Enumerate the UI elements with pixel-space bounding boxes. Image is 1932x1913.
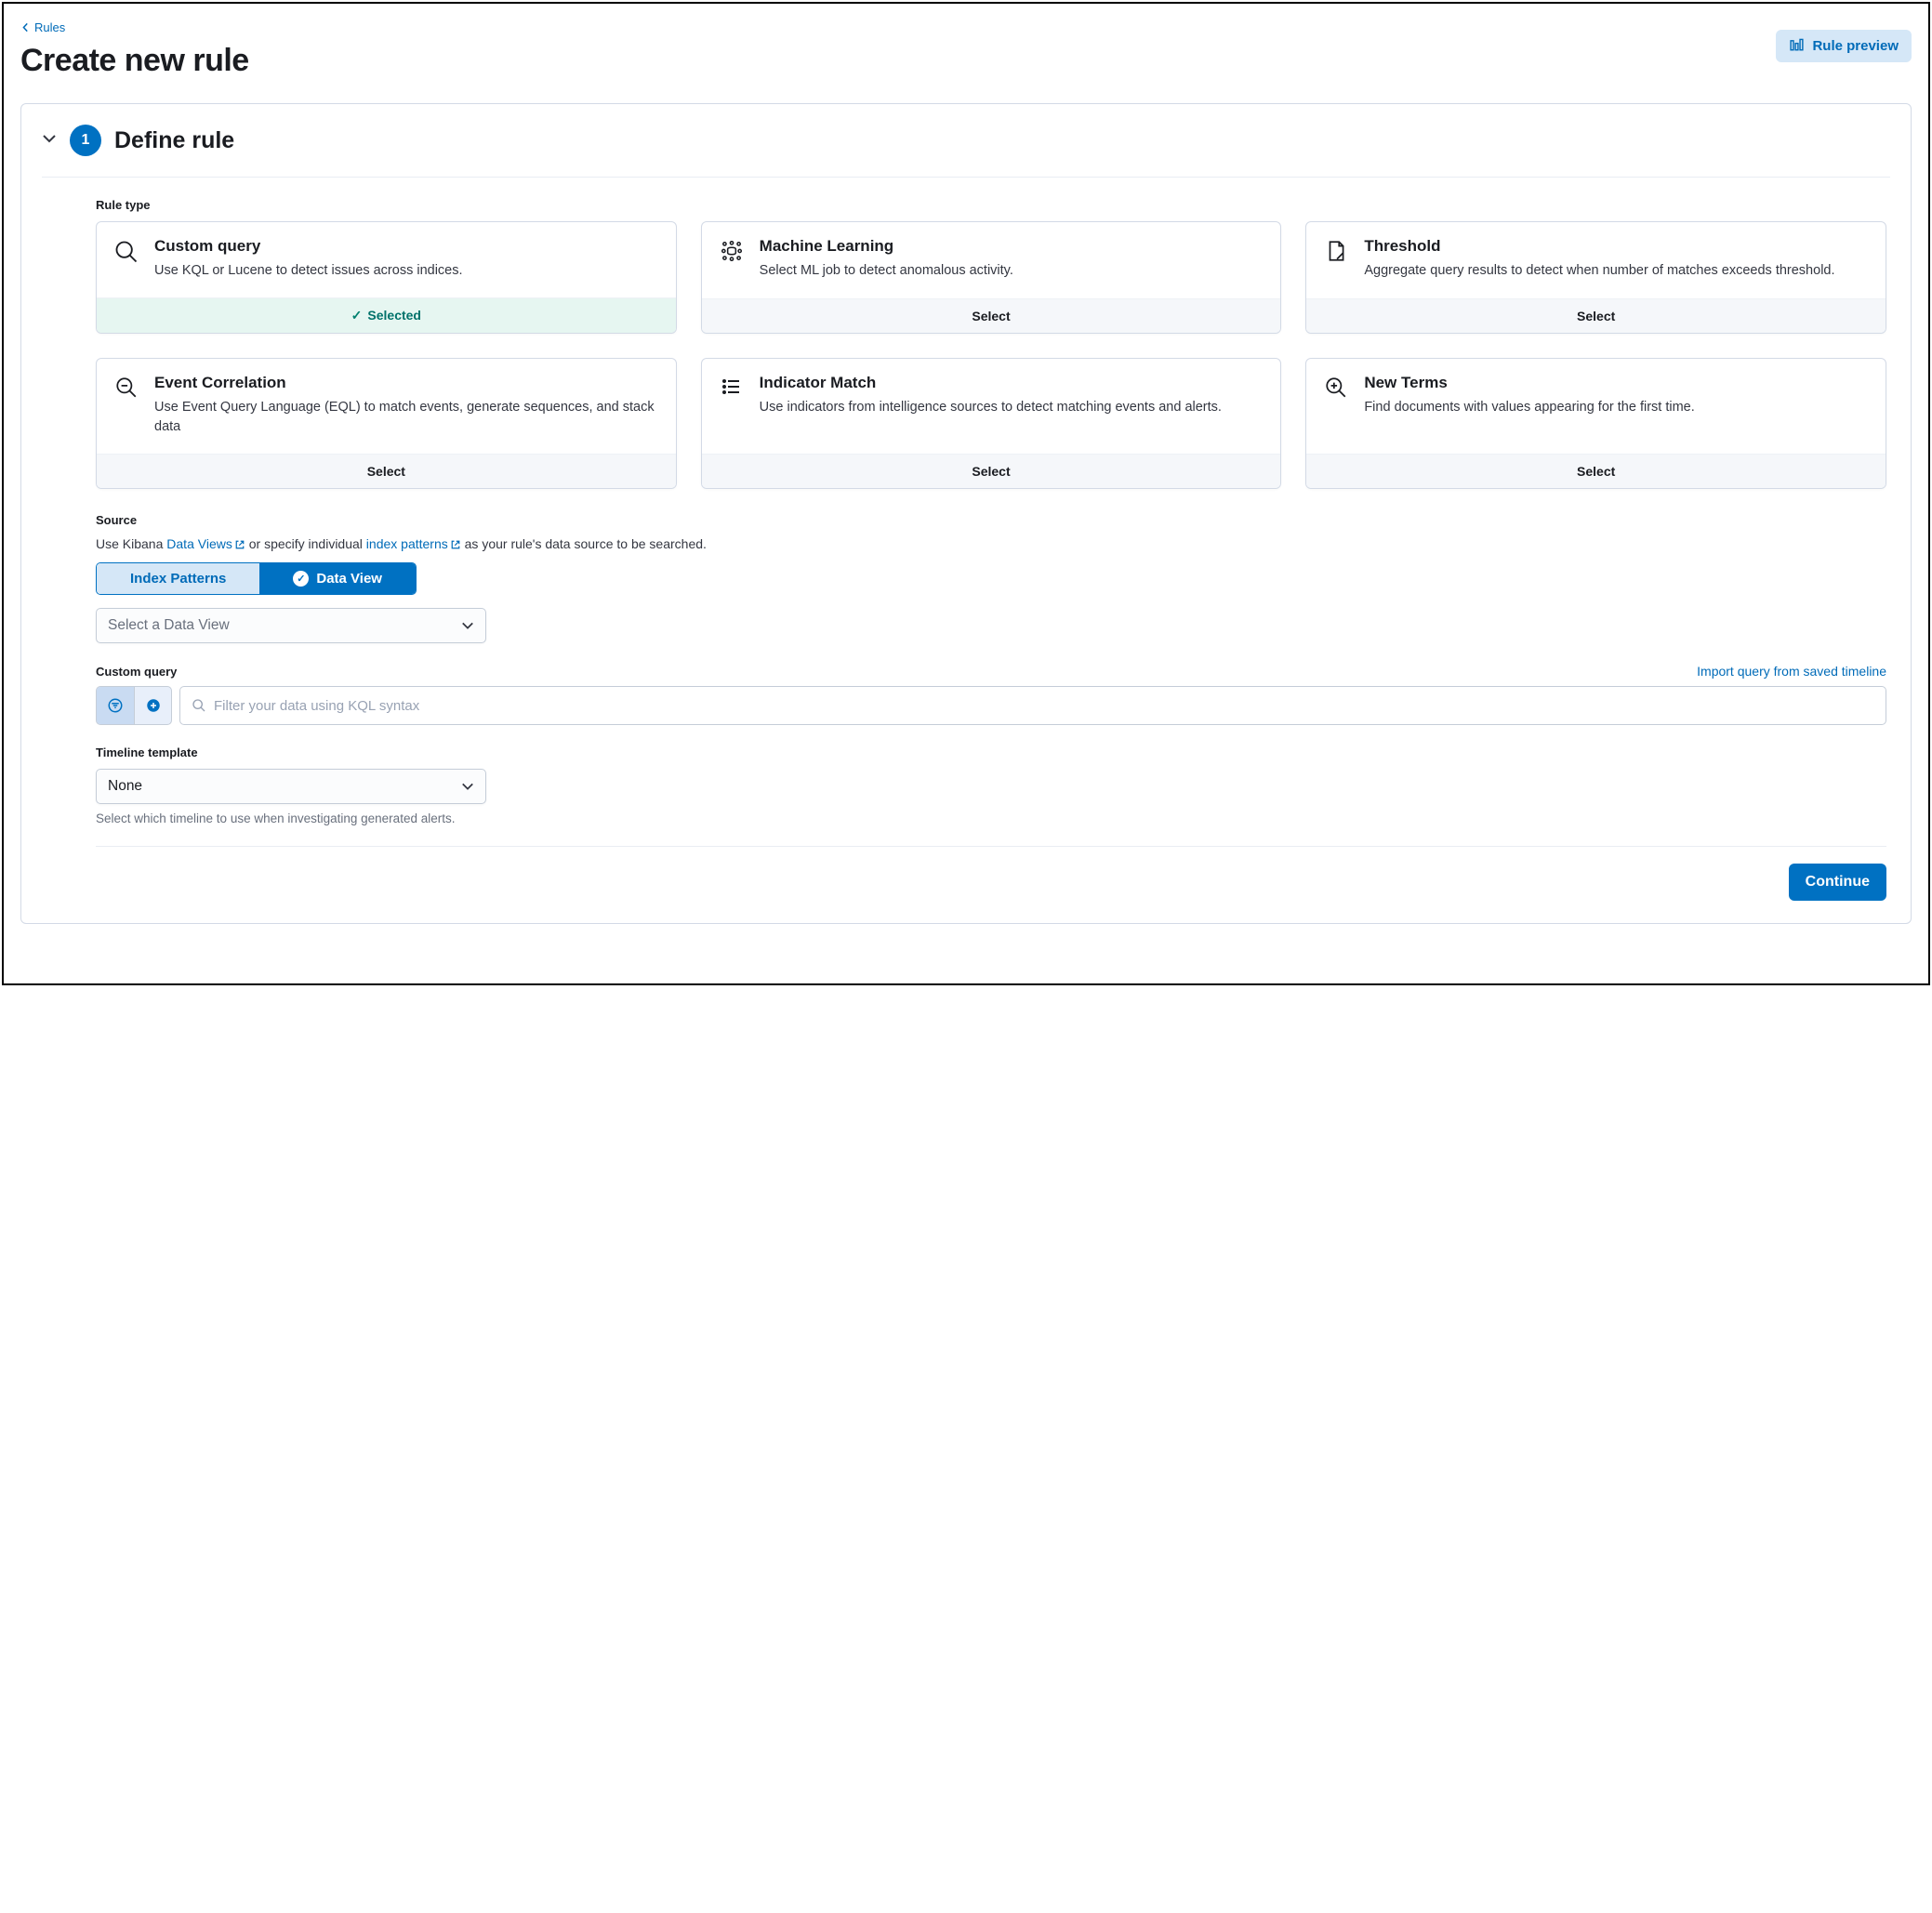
- card-desc: Find documents with values appearing for…: [1364, 398, 1871, 417]
- source-section: Source Use Kibana Data Views or specify …: [96, 513, 1886, 643]
- filter-options-button[interactable]: [97, 687, 134, 724]
- card-title: New Terms: [1364, 374, 1871, 392]
- chevron-left-icon: [20, 22, 31, 33]
- zoom-in-icon: [1321, 374, 1351, 437]
- card-title: Threshold: [1364, 237, 1871, 256]
- step-content: Rule type Custom query Use KQL or Lucene…: [42, 198, 1890, 901]
- filter-icon: [107, 697, 124, 714]
- ml-icon: [717, 237, 747, 282]
- source-label: Source: [96, 513, 1886, 527]
- document-icon: [1321, 237, 1351, 282]
- kql-query-input-wrapper[interactable]: [179, 686, 1886, 725]
- topbar: Rules Create new rule Rule preview: [20, 20, 1912, 79]
- card-desc: Use Event Query Language (EQL) to match …: [154, 398, 661, 437]
- rule-type-custom-query[interactable]: Custom query Use KQL or Lucene to detect…: [96, 221, 677, 334]
- rule-type-machine-learning[interactable]: Machine Learning Select ML job to detect…: [701, 221, 1282, 334]
- source-type-toggle: Index Patterns ✓ Data View: [96, 562, 417, 595]
- chevron-down-icon: [461, 780, 474, 793]
- custom-query-header: Custom query Import query from saved tim…: [96, 664, 1886, 679]
- list-icon: [717, 374, 747, 437]
- step-number-badge: 1: [70, 125, 101, 156]
- chevron-down-icon: [42, 131, 57, 146]
- rule-type-threshold[interactable]: Threshold Aggregate query results to det…: [1305, 221, 1886, 334]
- preview-button-label: Rule preview: [1812, 38, 1899, 54]
- step-header: 1 Define rule: [42, 125, 1890, 178]
- continue-button[interactable]: Continue: [1789, 864, 1886, 901]
- card-title: Indicator Match: [760, 374, 1266, 392]
- kql-query-input[interactable]: [214, 698, 1874, 714]
- rule-type-event-correlation[interactable]: Event Correlation Use Event Query Langua…: [96, 358, 677, 489]
- card-desc: Aggregate query results to detect when n…: [1364, 261, 1871, 281]
- divider: [96, 846, 1886, 847]
- card-title: Event Correlation: [154, 374, 661, 392]
- timeline-helper-text: Select which timeline to use when invest…: [96, 811, 1886, 825]
- rule-preview-button[interactable]: Rule preview: [1776, 30, 1912, 62]
- rule-type-cards: Custom query Use KQL or Lucene to detect…: [96, 221, 1886, 489]
- card-footer-select[interactable]: Select: [702, 454, 1281, 488]
- timeline-template-value: None: [108, 778, 142, 795]
- timeline-icon: [1789, 38, 1805, 54]
- search-icon: [112, 237, 141, 281]
- page-title: Create new rule: [20, 43, 249, 79]
- card-desc: Use indicators from intelligence sources…: [760, 398, 1266, 417]
- data-view-placeholder: Select a Data View: [108, 617, 230, 634]
- back-link-label: Rules: [34, 20, 65, 34]
- card-footer-select[interactable]: Select: [1306, 298, 1886, 333]
- timeline-template-select[interactable]: None: [96, 769, 486, 804]
- custom-query-label: Custom query: [96, 665, 177, 679]
- check-icon: ✓: [351, 308, 363, 323]
- back-to-rules-link[interactable]: Rules: [20, 20, 65, 34]
- index-patterns-link[interactable]: index patterns: [366, 536, 461, 551]
- search-icon: [192, 698, 206, 713]
- source-help-text: Use Kibana Data Views or specify individ…: [96, 536, 1886, 553]
- custom-query-row: [96, 686, 1886, 725]
- card-footer-select[interactable]: Select: [97, 454, 676, 488]
- tab-data-view[interactable]: ✓ Data View: [259, 563, 416, 594]
- plus-circle-icon: [145, 697, 162, 714]
- rule-type-new-terms[interactable]: New Terms Find documents with values app…: [1305, 358, 1886, 489]
- external-link-icon: [450, 538, 461, 553]
- import-query-link[interactable]: Import query from saved timeline: [1697, 664, 1886, 679]
- card-title: Machine Learning: [760, 237, 1266, 256]
- timeline-template-label: Timeline template: [96, 745, 1886, 759]
- card-footer-select[interactable]: Select: [702, 298, 1281, 333]
- left-head: Rules Create new rule: [20, 20, 249, 79]
- lens-icon: [112, 374, 141, 437]
- query-tools: [96, 686, 172, 725]
- card-footer-select[interactable]: Select: [1306, 454, 1886, 488]
- rule-type-indicator-match[interactable]: Indicator Match Use indicators from inte…: [701, 358, 1282, 489]
- card-desc: Select ML job to detect anomalous activi…: [760, 261, 1266, 281]
- data-views-link[interactable]: Data Views: [166, 536, 245, 551]
- add-filter-button[interactable]: [134, 687, 171, 724]
- data-view-select[interactable]: Select a Data View: [96, 608, 486, 643]
- collapse-step-toggle[interactable]: [42, 131, 57, 151]
- chevron-down-icon: [461, 619, 474, 632]
- tab-index-patterns[interactable]: Index Patterns: [97, 563, 259, 594]
- rule-type-label: Rule type: [96, 198, 1886, 212]
- card-footer-selected[interactable]: ✓Selected: [97, 297, 676, 333]
- card-title: Custom query: [154, 237, 661, 256]
- check-circle-icon: ✓: [293, 571, 309, 587]
- define-rule-panel: 1 Define rule Rule type Custom query Use…: [20, 103, 1912, 924]
- step-title: Define rule: [114, 127, 234, 154]
- card-desc: Use KQL or Lucene to detect issues acros…: [154, 261, 661, 281]
- panel-footer: Continue: [96, 864, 1886, 901]
- external-link-icon: [234, 538, 245, 553]
- page-container: Rules Create new rule Rule preview 1 Def…: [2, 2, 1930, 985]
